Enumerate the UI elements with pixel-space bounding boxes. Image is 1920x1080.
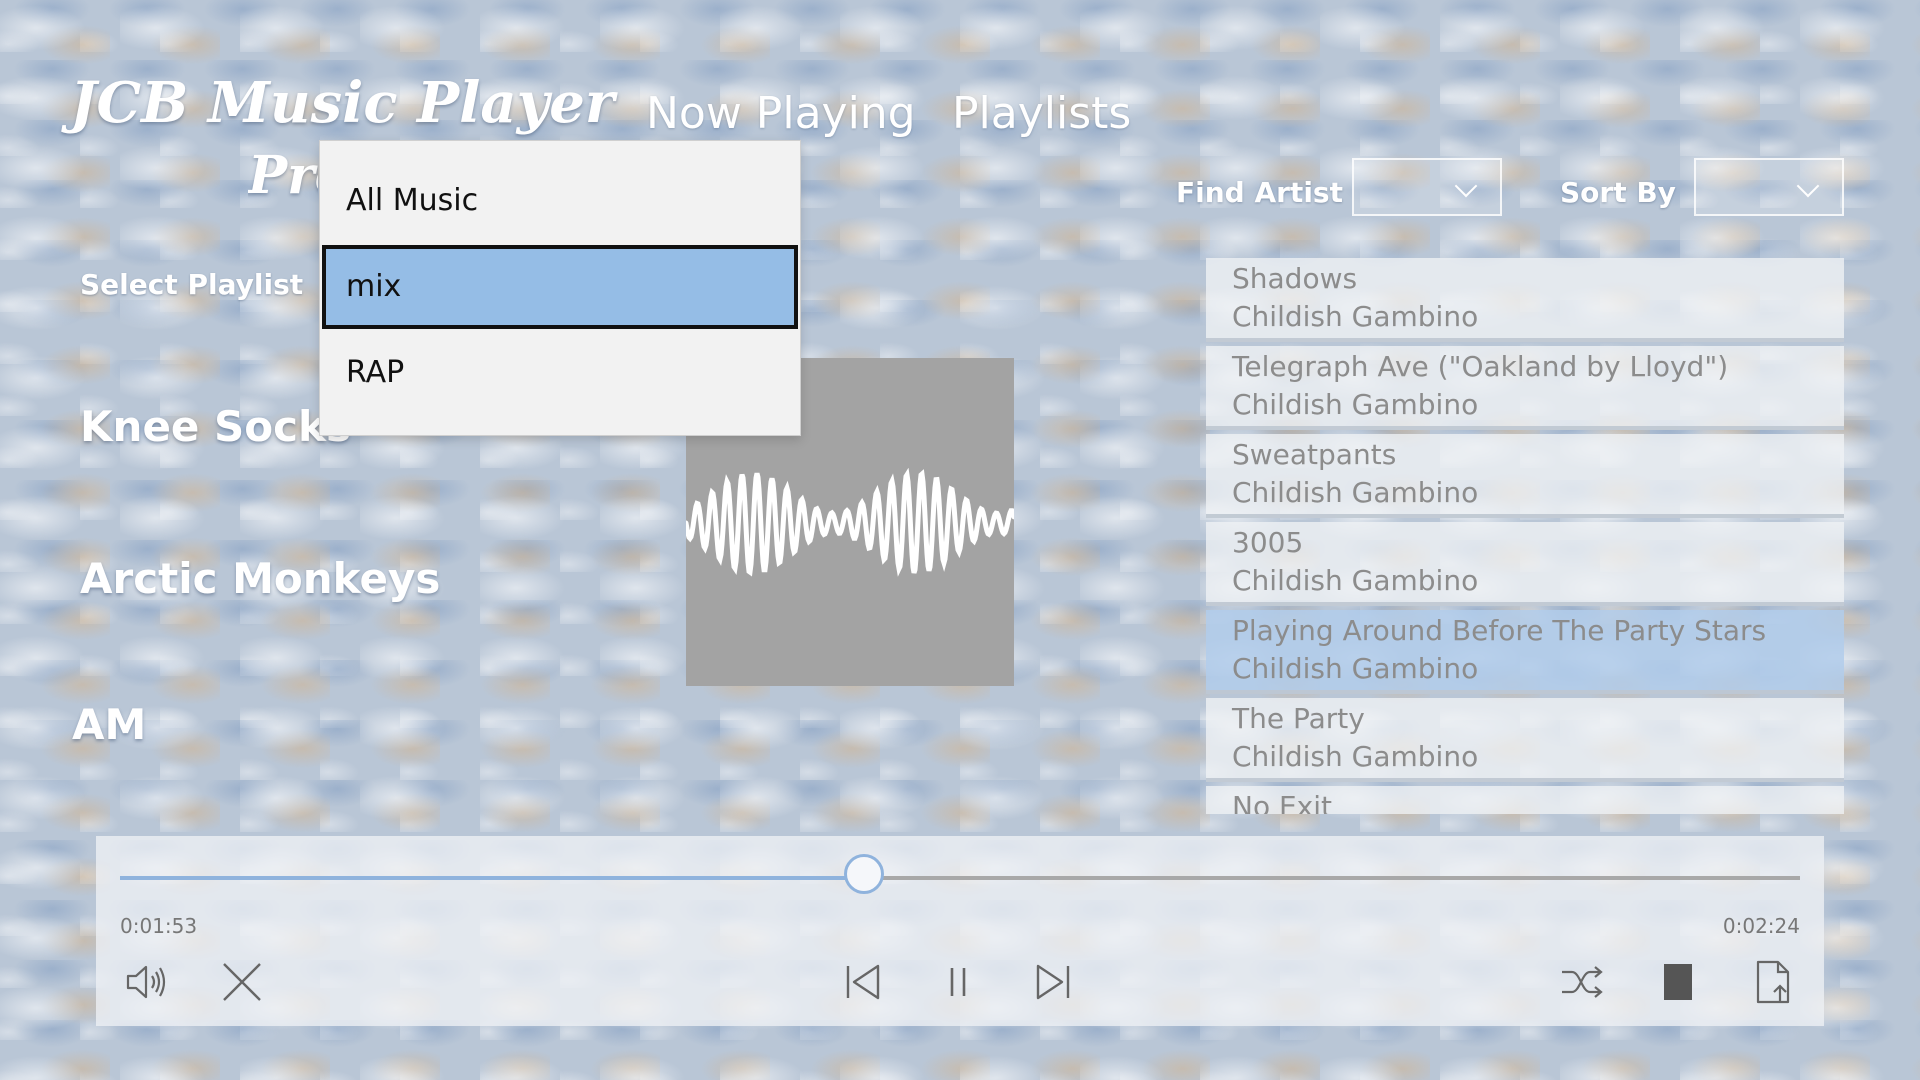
track-album: AM [72, 700, 147, 749]
select-playlist-label: Select Playlist [80, 268, 304, 301]
tab-now-playing[interactable]: Now Playing [646, 88, 916, 139]
song-list-item[interactable]: The Party Childish Gambino [1206, 698, 1844, 782]
find-artist-label: Find Artist [1176, 176, 1343, 209]
song-list-item[interactable]: 3005 Childish Gambino [1206, 522, 1844, 606]
soundwave-icon [686, 468, 1014, 577]
skip-next-icon [1036, 964, 1070, 1000]
song-title: The Party [1232, 702, 1365, 735]
song-title: Sweatpants [1232, 438, 1397, 471]
song-list-item[interactable]: Shadows Childish Gambino [1206, 258, 1844, 342]
app-title-suffix: Pro [248, 145, 318, 206]
stop-button[interactable] [1654, 958, 1702, 1006]
song-title: Telegraph Ave ("Oakland by Lloyd") [1232, 350, 1729, 383]
pause-button[interactable] [934, 958, 982, 1006]
track-title: Knee Socks [80, 402, 351, 451]
next-button[interactable] [1030, 958, 1078, 1006]
sort-by-label: Sort By [1560, 176, 1676, 209]
volume-button[interactable] [122, 958, 170, 1006]
close-icon [223, 963, 261, 1001]
playlist-option-rap[interactable]: RAP [322, 331, 798, 415]
open-file-button[interactable] [1750, 958, 1798, 1006]
shuffle-button[interactable] [1558, 958, 1606, 1006]
song-artist: Childish Gambino [1232, 564, 1479, 597]
playlist-option-mix[interactable]: mix [322, 245, 798, 329]
volume-icon [126, 965, 166, 999]
song-title: Shadows [1232, 262, 1358, 295]
chevron-down-icon [1796, 174, 1820, 198]
song-list-item[interactable]: Telegraph Ave ("Oakland by Lloyd") Child… [1206, 346, 1844, 430]
total-duration: 0:02:24 [1722, 914, 1800, 938]
song-list-item[interactable]: No Exit [1206, 786, 1844, 814]
song-artist: Childish Gambino [1232, 476, 1479, 509]
seek-thumb[interactable] [844, 854, 885, 894]
find-artist-combobox[interactable] [1352, 158, 1502, 216]
stop-icon [1664, 964, 1692, 1000]
shuffle-icon [1562, 966, 1603, 998]
song-artist: Childish Gambino [1232, 300, 1479, 333]
song-list[interactable]: Shadows Childish Gambino Telegraph Ave (… [1206, 258, 1844, 814]
song-list-item[interactable]: Sweatpants Childish Gambino [1206, 434, 1844, 518]
tab-playlists[interactable]: Playlists [952, 88, 1131, 139]
close-button[interactable] [218, 958, 266, 1006]
song-title: 3005 [1232, 526, 1304, 559]
previous-button[interactable] [838, 958, 886, 1006]
playlist-option-all-music[interactable]: All Music [322, 159, 798, 243]
skip-previous-icon [846, 964, 880, 1000]
seek-slider[interactable] [120, 854, 1800, 894]
seek-progress [120, 876, 865, 880]
pause-icon [950, 968, 966, 996]
app-title: JCB Music Player [70, 70, 615, 136]
song-artist: Childish Gambino [1232, 740, 1479, 773]
song-list-item-active[interactable]: Playing Around Before The Party Stars Ch… [1206, 610, 1844, 694]
open-file-icon [1756, 960, 1790, 1004]
song-title: Playing Around Before The Party Stars [1232, 614, 1767, 647]
transport-bar: 0:01:53 0:02:24 [96, 836, 1824, 1026]
song-artist: Childish Gambino [1232, 388, 1479, 421]
song-title: No Exit [1232, 790, 1332, 814]
sort-by-combobox[interactable] [1694, 158, 1844, 216]
chevron-down-icon [1454, 174, 1478, 198]
playlist-dropdown[interactable]: All Music mix RAP [319, 140, 801, 436]
track-artist: Arctic Monkeys [80, 554, 441, 603]
elapsed-time: 0:01:53 [120, 914, 198, 938]
song-artist: Childish Gambino [1232, 652, 1479, 685]
